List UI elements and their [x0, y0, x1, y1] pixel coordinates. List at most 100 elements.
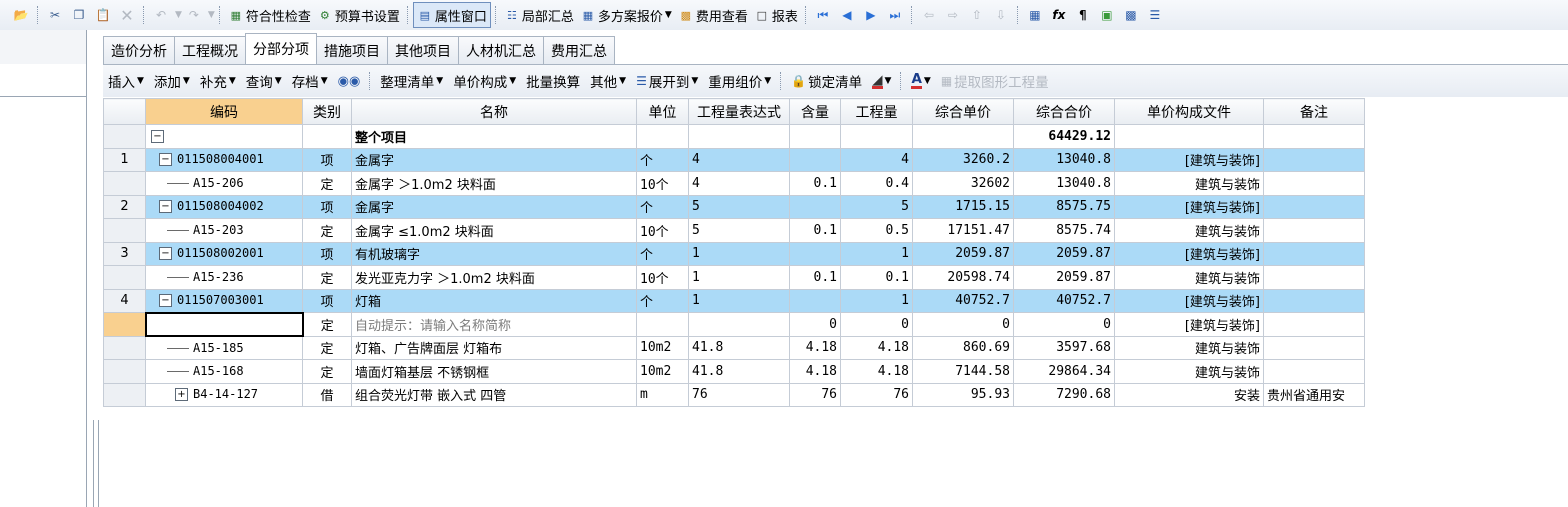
content-cell[interactable]: 0.1: [789, 171, 841, 196]
collapse-icon[interactable]: −: [159, 153, 172, 167]
column-header-quantity-expression[interactable]: 工程量表达式: [688, 98, 790, 125]
column-header-quantity[interactable]: 工程量: [840, 98, 913, 125]
content-cell[interactable]: 0: [789, 312, 841, 337]
unit-cell[interactable]: m: [636, 382, 689, 407]
total-price-cell[interactable]: 2059.87: [1013, 241, 1115, 266]
unit-price-composition-button[interactable]: 单价构成 ▼: [453, 71, 516, 91]
find-button[interactable]: ◉◉: [338, 74, 361, 89]
redo-icon[interactable]: ↷: [185, 6, 203, 24]
unit-cell[interactable]: 10m2: [636, 359, 689, 384]
move-right-icon[interactable]: ⇨: [944, 6, 962, 24]
supplement-button[interactable]: 补充 ▼: [200, 71, 236, 91]
quantity-cell[interactable]: 0.5: [840, 218, 913, 243]
name-cell[interactable]: 组合荧光灯带 嵌入式 四管: [351, 382, 637, 407]
total-price-cell[interactable]: 64429.12: [1013, 124, 1115, 149]
price-file-cell[interactable]: 建筑与装饰: [1114, 218, 1264, 243]
code-cell[interactable]: −: [145, 124, 303, 149]
image-icon[interactable]: ▩: [1122, 6, 1140, 24]
unit-cell[interactable]: 个: [636, 288, 689, 313]
redo-dropdown-icon[interactable]: ▼: [208, 10, 215, 20]
price-file-cell[interactable]: 建筑与装饰: [1114, 335, 1264, 360]
content-cell[interactable]: [789, 288, 841, 313]
unit-cell[interactable]: 10个: [636, 218, 689, 243]
name-cell[interactable]: 金属字: [351, 147, 637, 172]
note-cell[interactable]: [1263, 312, 1365, 337]
unit-cell[interactable]: 10m2: [636, 335, 689, 360]
code-cell[interactable]: A15-185: [145, 335, 303, 360]
column-header-type[interactable]: 类别: [302, 98, 352, 125]
quantity-cell[interactable]: 76: [840, 382, 913, 407]
batch-convert-button[interactable]: 批量换算: [526, 71, 580, 91]
property-window-button[interactable]: ▤ 属性窗口: [412, 2, 491, 28]
font-color-button[interactable]: A ▼: [911, 72, 931, 89]
table-row[interactable]: 4−011507003001 项灯箱个 1 1 40752.7 40752.7 [建筑与装饰…: [103, 288, 1365, 313]
unit-cell[interactable]: 10个: [636, 265, 689, 290]
expression-cell[interactable]: 4: [688, 147, 790, 172]
column-header-name[interactable]: 名称: [351, 98, 637, 125]
code-cell[interactable]: [144, 311, 304, 337]
unit-cell[interactable]: 个: [636, 194, 689, 219]
table-row[interactable]: A15-168 定墙面灯箱基层 不锈钢框 10m2 41.8 4.18 4.18 7144.…: [103, 359, 1365, 384]
price-file-cell[interactable]: 安装: [1114, 382, 1264, 407]
cut-icon[interactable]: ✂: [46, 6, 64, 24]
cube-icon[interactable]: ▣: [1098, 6, 1116, 24]
multi-plan-quote-button[interactable]: ▦ 多方案报价 ▼: [577, 3, 675, 27]
name-cell[interactable]: 灯箱: [351, 288, 637, 313]
code-cell[interactable]: −011508004001: [145, 147, 303, 172]
note-cell[interactable]: [1263, 147, 1365, 172]
quantity-cell[interactable]: 0.4: [840, 171, 913, 196]
unit-price-cell[interactable]: 17151.47: [912, 218, 1014, 243]
tab-other-items[interactable]: 其他项目: [387, 36, 459, 64]
table-row[interactable]: 2−011508004002 项金属字个 5 5 1715.15 8575.75 [建筑与装…: [103, 194, 1365, 219]
quantity-cell[interactable]: 1: [840, 241, 913, 266]
content-cell[interactable]: 4.18: [789, 335, 841, 360]
column-header-total-price[interactable]: 综合合价: [1013, 98, 1115, 125]
unit-price-cell[interactable]: 7144.58: [912, 359, 1014, 384]
type-cell[interactable]: 定: [302, 218, 352, 243]
unit-cell[interactable]: [636, 312, 689, 337]
report-button[interactable]: □ 报表: [751, 3, 801, 27]
move-down-icon[interactable]: ⇩: [992, 6, 1010, 24]
name-cell[interactable]: 灯箱、广告牌面层 灯箱布: [351, 335, 637, 360]
note-cell[interactable]: [1263, 194, 1365, 219]
unit-price-cell[interactable]: 40752.7: [912, 288, 1014, 313]
tab-project-overview[interactable]: 工程概况: [174, 36, 246, 64]
code-cell[interactable]: −011507003001: [145, 288, 303, 313]
type-cell[interactable]: 项: [302, 288, 352, 313]
unit-price-cell[interactable]: 3260.2: [912, 147, 1014, 172]
column-header-note[interactable]: 备注: [1263, 98, 1365, 125]
quantity-cell[interactable]: 0.1: [840, 265, 913, 290]
archive-button[interactable]: 存档 ▼: [292, 71, 328, 91]
content-cell[interactable]: [789, 147, 841, 172]
expression-cell[interactable]: 1: [688, 288, 790, 313]
column-header-price-file[interactable]: 单价构成文件: [1114, 98, 1264, 125]
note-cell[interactable]: [1263, 171, 1365, 196]
move-up-icon[interactable]: ⇧: [968, 6, 986, 24]
name-cell[interactable]: 金属字 ＞1.0m2 块料面: [351, 171, 637, 196]
type-cell[interactable]: 定: [302, 171, 352, 196]
type-cell[interactable]: 借: [302, 382, 352, 407]
total-price-cell[interactable]: 40752.7: [1013, 288, 1115, 313]
total-price-cell[interactable]: 8575.75: [1013, 194, 1115, 219]
expression-cell[interactable]: 1: [688, 265, 790, 290]
last-record-icon[interactable]: ⏭: [886, 6, 904, 24]
total-price-cell[interactable]: 8575.74: [1013, 218, 1115, 243]
code-cell[interactable]: A15-203: [145, 218, 303, 243]
expression-cell[interactable]: 41.8: [688, 335, 790, 360]
type-cell[interactable]: 定: [302, 359, 352, 384]
unit-price-cell[interactable]: 20598.74: [912, 265, 1014, 290]
price-file-cell[interactable]: 建筑与装饰: [1114, 171, 1264, 196]
content-cell[interactable]: 4.18: [789, 359, 841, 384]
content-cell[interactable]: 76: [789, 382, 841, 407]
query-button[interactable]: 查询 ▼: [246, 71, 282, 91]
type-cell[interactable]: 定: [302, 265, 352, 290]
expression-cell[interactable]: 5: [688, 218, 790, 243]
note-cell[interactable]: [1263, 265, 1365, 290]
price-file-cell[interactable]: [建筑与装饰]: [1114, 288, 1264, 313]
table-row[interactable]: A15-185 定灯箱、广告牌面层 灯箱布 10m2 41.8 4.18 4.18 860.…: [103, 335, 1365, 360]
type-cell[interactable]: 项: [302, 147, 352, 172]
unit-cell[interactable]: 个: [636, 147, 689, 172]
code-cell[interactable]: A15-168: [145, 359, 303, 384]
price-file-cell[interactable]: [建筑与装饰]: [1114, 241, 1264, 266]
table-row[interactable]: + B4-14-127 借组合荧光灯带 嵌入式 四管 m 76 76 76 95.93 7290…: [103, 382, 1365, 407]
